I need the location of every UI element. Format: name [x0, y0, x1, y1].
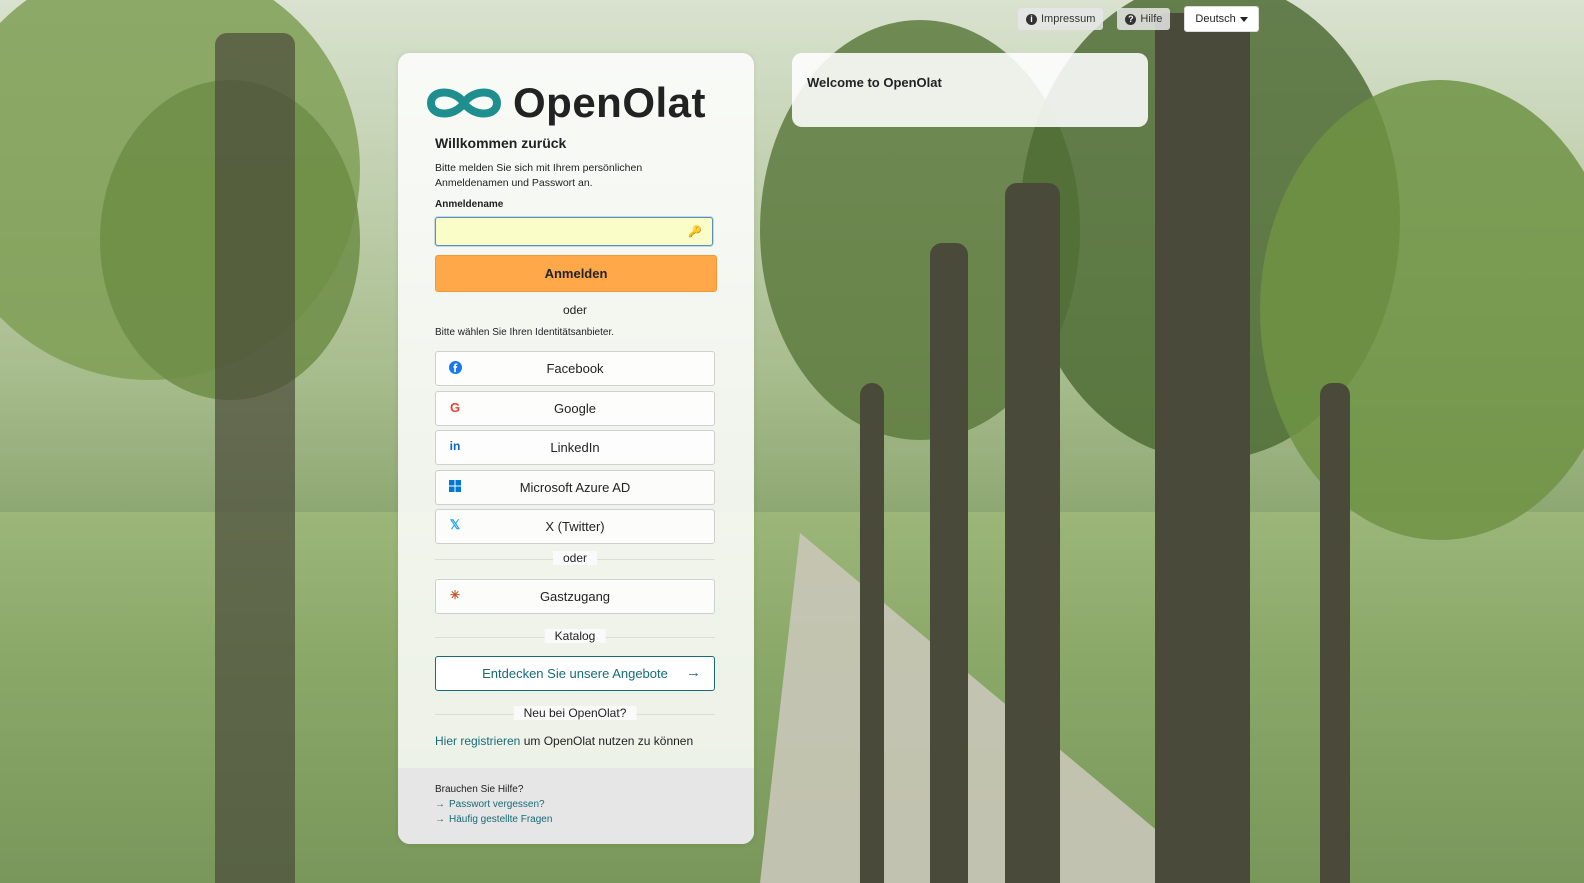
impressum-link[interactable]: i Impressum	[1018, 8, 1104, 30]
guest-label: Gastzugang	[539, 589, 611, 604]
key-icon[interactable]: 🔑	[688, 225, 702, 238]
x-twitter-icon: 𝕏	[449, 517, 461, 532]
facebook-icon	[448, 360, 462, 374]
or-label-2: oder	[552, 551, 598, 565]
register-link[interactable]: Hier registrieren	[435, 734, 520, 748]
username-label: Anmeldename	[435, 199, 504, 210]
register-line: Hier registrieren um OpenOlat nutzen zu …	[435, 734, 693, 748]
guest-icon: ✳	[449, 588, 461, 602]
brand-name: OpenOlat	[513, 79, 707, 126]
forgot-password-link[interactable]: → Passwort vergessen?	[435, 799, 545, 810]
username-input[interactable]: 🔑	[435, 217, 713, 246]
forgot-password-label: Passwort vergessen?	[449, 799, 545, 810]
guest-access-button[interactable]: ✳ Gastzugang	[435, 579, 715, 614]
info-icon: i	[1026, 13, 1037, 25]
linkedin-icon: in	[449, 439, 461, 453]
language-label: Deutsch	[1195, 13, 1236, 25]
faq-label: Häufig gestellte Fragen	[449, 814, 553, 825]
help-link[interactable]: ? Hilfe	[1117, 8, 1171, 30]
new-user-separator: Neu bei OpenOlat?	[435, 706, 715, 722]
azure-login-button[interactable]: Microsoft Azure AD	[435, 470, 715, 505]
login-card: OpenOlat Willkommen zurück Bitte melden …	[398, 53, 754, 844]
facebook-label: Facebook	[546, 361, 604, 376]
facebook-login-button[interactable]: Facebook	[435, 351, 715, 386]
welcome-panel-title: Welcome to OpenOlat	[807, 75, 942, 90]
language-dropdown[interactable]: Deutsch	[1184, 6, 1259, 32]
google-login-button[interactable]: G Google	[435, 391, 715, 426]
forest-background	[0, 0, 1584, 883]
catalog-label: Katalog	[544, 629, 606, 643]
help-title: Brauchen Sie Hilfe?	[435, 784, 524, 795]
windows-icon	[448, 479, 462, 493]
impressum-label: Impressum	[1041, 13, 1096, 25]
help-footer: Brauchen Sie Hilfe? → Passwort vergessen…	[398, 768, 754, 844]
new-user-label: Neu bei OpenOlat?	[513, 706, 637, 720]
twitter-label: X (Twitter)	[545, 519, 605, 534]
register-rest: um OpenOlat nutzen zu können	[520, 734, 694, 748]
infinity-logo-icon	[426, 88, 502, 118]
or-separator-label: oder	[562, 303, 588, 317]
arrow-right-icon: →	[686, 664, 701, 681]
faq-link[interactable]: → Häufig gestellte Fragen	[435, 814, 552, 825]
catalog-button-label: Entdecken Sie unsere Angebote	[482, 666, 668, 681]
or-separator-2: oder	[435, 551, 715, 567]
catalog-button[interactable]: Entdecken Sie unsere Angebote →	[435, 656, 715, 691]
question-icon: ?	[1125, 13, 1137, 25]
google-icon: G	[449, 399, 461, 415]
twitter-login-button[interactable]: 𝕏 X (Twitter)	[435, 509, 715, 544]
caret-down-icon	[1239, 16, 1248, 22]
help-label: Hilfe	[1140, 13, 1163, 25]
linkedin-label: LinkedIn	[550, 440, 600, 455]
top-bar: i Impressum ? Hilfe Deutsch	[1018, 6, 1259, 32]
welcome-panel: Welcome to OpenOlat	[792, 53, 1148, 127]
login-button[interactable]: Anmelden	[435, 255, 717, 292]
linkedin-login-button[interactable]: in LinkedIn	[435, 430, 715, 465]
openolat-logo: OpenOlat	[425, 79, 706, 127]
catalog-separator: Katalog	[435, 629, 715, 645]
intro-text: Bitte melden Sie sich mit Ihrem persönli…	[435, 162, 643, 189]
azure-label: Microsoft Azure AD	[519, 480, 631, 495]
welcome-title: Willkommen zurück	[435, 135, 567, 151]
idp-prompt: Bitte wählen Sie Ihren Identitätsanbiete…	[435, 327, 615, 338]
google-label: Google	[554, 401, 596, 416]
arrow-right-icon: →	[435, 814, 445, 825]
arrow-right-icon: →	[435, 799, 445, 810]
